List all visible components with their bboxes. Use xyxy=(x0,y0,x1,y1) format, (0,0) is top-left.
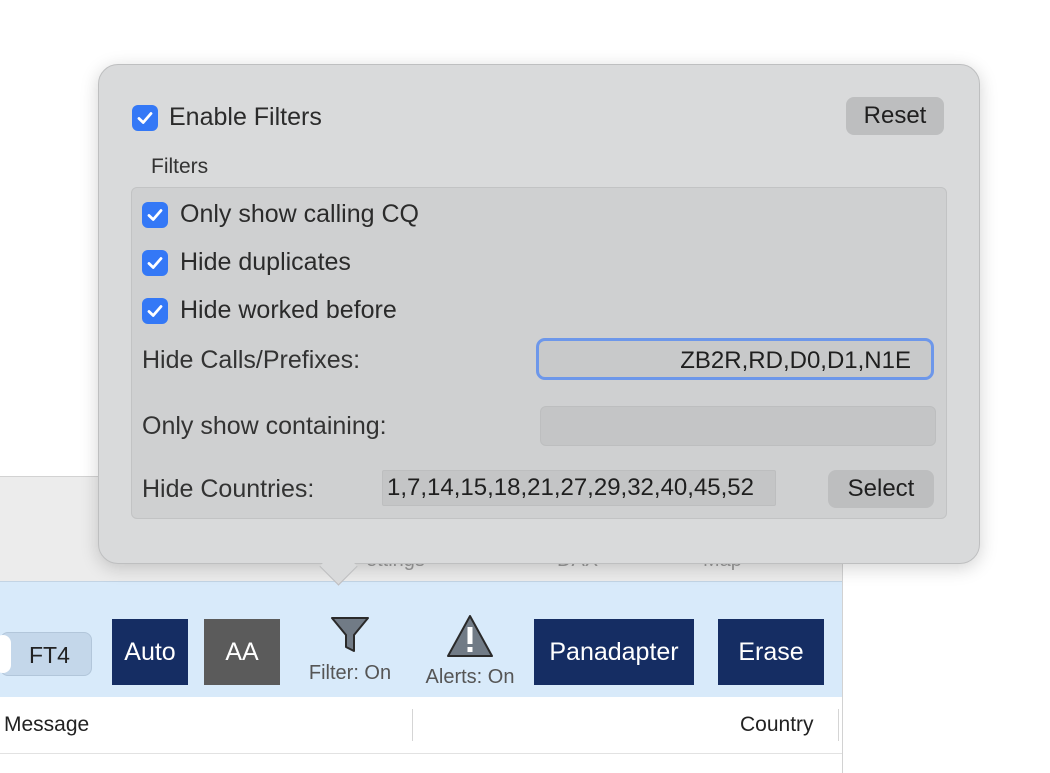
only-calling-cq-checkbox[interactable] xyxy=(142,202,168,228)
hide-countries-field[interactable]: 1,7,14,15,18,21,27,29,32,40,45,52 xyxy=(382,470,776,506)
toolbar: FT4 Auto AA Filter: On Alerts: On Panada… xyxy=(0,581,842,698)
hide-worked-before-label[interactable]: Hide worked before xyxy=(180,296,397,325)
column-header-message[interactable]: Message xyxy=(4,713,89,737)
hide-worked-before-checkbox[interactable] xyxy=(142,298,168,324)
hide-calls-label: Hide Calls/Prefixes: xyxy=(142,346,361,374)
reset-button[interactable]: Reset xyxy=(846,97,944,135)
warning-icon xyxy=(447,615,493,657)
mode-segmented-control[interactable]: FT4 xyxy=(0,632,92,676)
hide-calls-input[interactable]: ZB2R,RD,D0,D1,N1E xyxy=(536,338,934,380)
checkmark-icon xyxy=(147,257,163,269)
filter-status-label: Filter: On xyxy=(308,662,392,684)
only-calling-cq-label[interactable]: Only show calling CQ xyxy=(180,200,419,229)
filters-group-title: Filters xyxy=(151,155,209,178)
enable-filters-checkbox[interactable] xyxy=(132,105,158,131)
hide-duplicates-label[interactable]: Hide duplicates xyxy=(180,248,351,277)
enable-filters-label[interactable]: Enable Filters xyxy=(169,103,322,132)
mode-ft4-label[interactable]: FT4 xyxy=(29,642,70,669)
checkmark-icon xyxy=(137,112,153,124)
filter-popover: Enable Filters Reset Filters Only show c… xyxy=(98,64,980,586)
aa-button[interactable]: AA xyxy=(204,619,280,685)
filters-group-box: Only show calling CQ Hide duplicates Hid… xyxy=(131,187,947,519)
only-show-containing-label: Only show containing: xyxy=(142,412,387,440)
select-countries-button[interactable]: Select xyxy=(828,470,934,508)
hide-duplicates-checkbox[interactable] xyxy=(142,250,168,276)
alerts-status-label: Alerts: On xyxy=(425,666,515,688)
alerts-button[interactable]: Alerts: On xyxy=(414,614,526,689)
only-show-containing-input[interactable] xyxy=(540,406,936,446)
column-header-country[interactable]: Country xyxy=(740,713,814,737)
checkmark-icon xyxy=(147,209,163,221)
panadapter-button[interactable]: Panadapter xyxy=(534,619,694,685)
table-header: Message Country xyxy=(0,697,842,754)
erase-button[interactable]: Erase xyxy=(718,619,824,685)
auto-button[interactable]: Auto xyxy=(112,619,188,685)
checkmark-icon xyxy=(147,305,163,317)
funnel-icon xyxy=(331,617,369,652)
hide-countries-label: Hide Countries: xyxy=(142,475,315,503)
column-divider[interactable] xyxy=(412,709,413,741)
filter-button[interactable]: Filter: On xyxy=(298,614,402,685)
mode-segment-other[interactable] xyxy=(0,635,11,673)
column-divider[interactable] xyxy=(838,709,839,741)
